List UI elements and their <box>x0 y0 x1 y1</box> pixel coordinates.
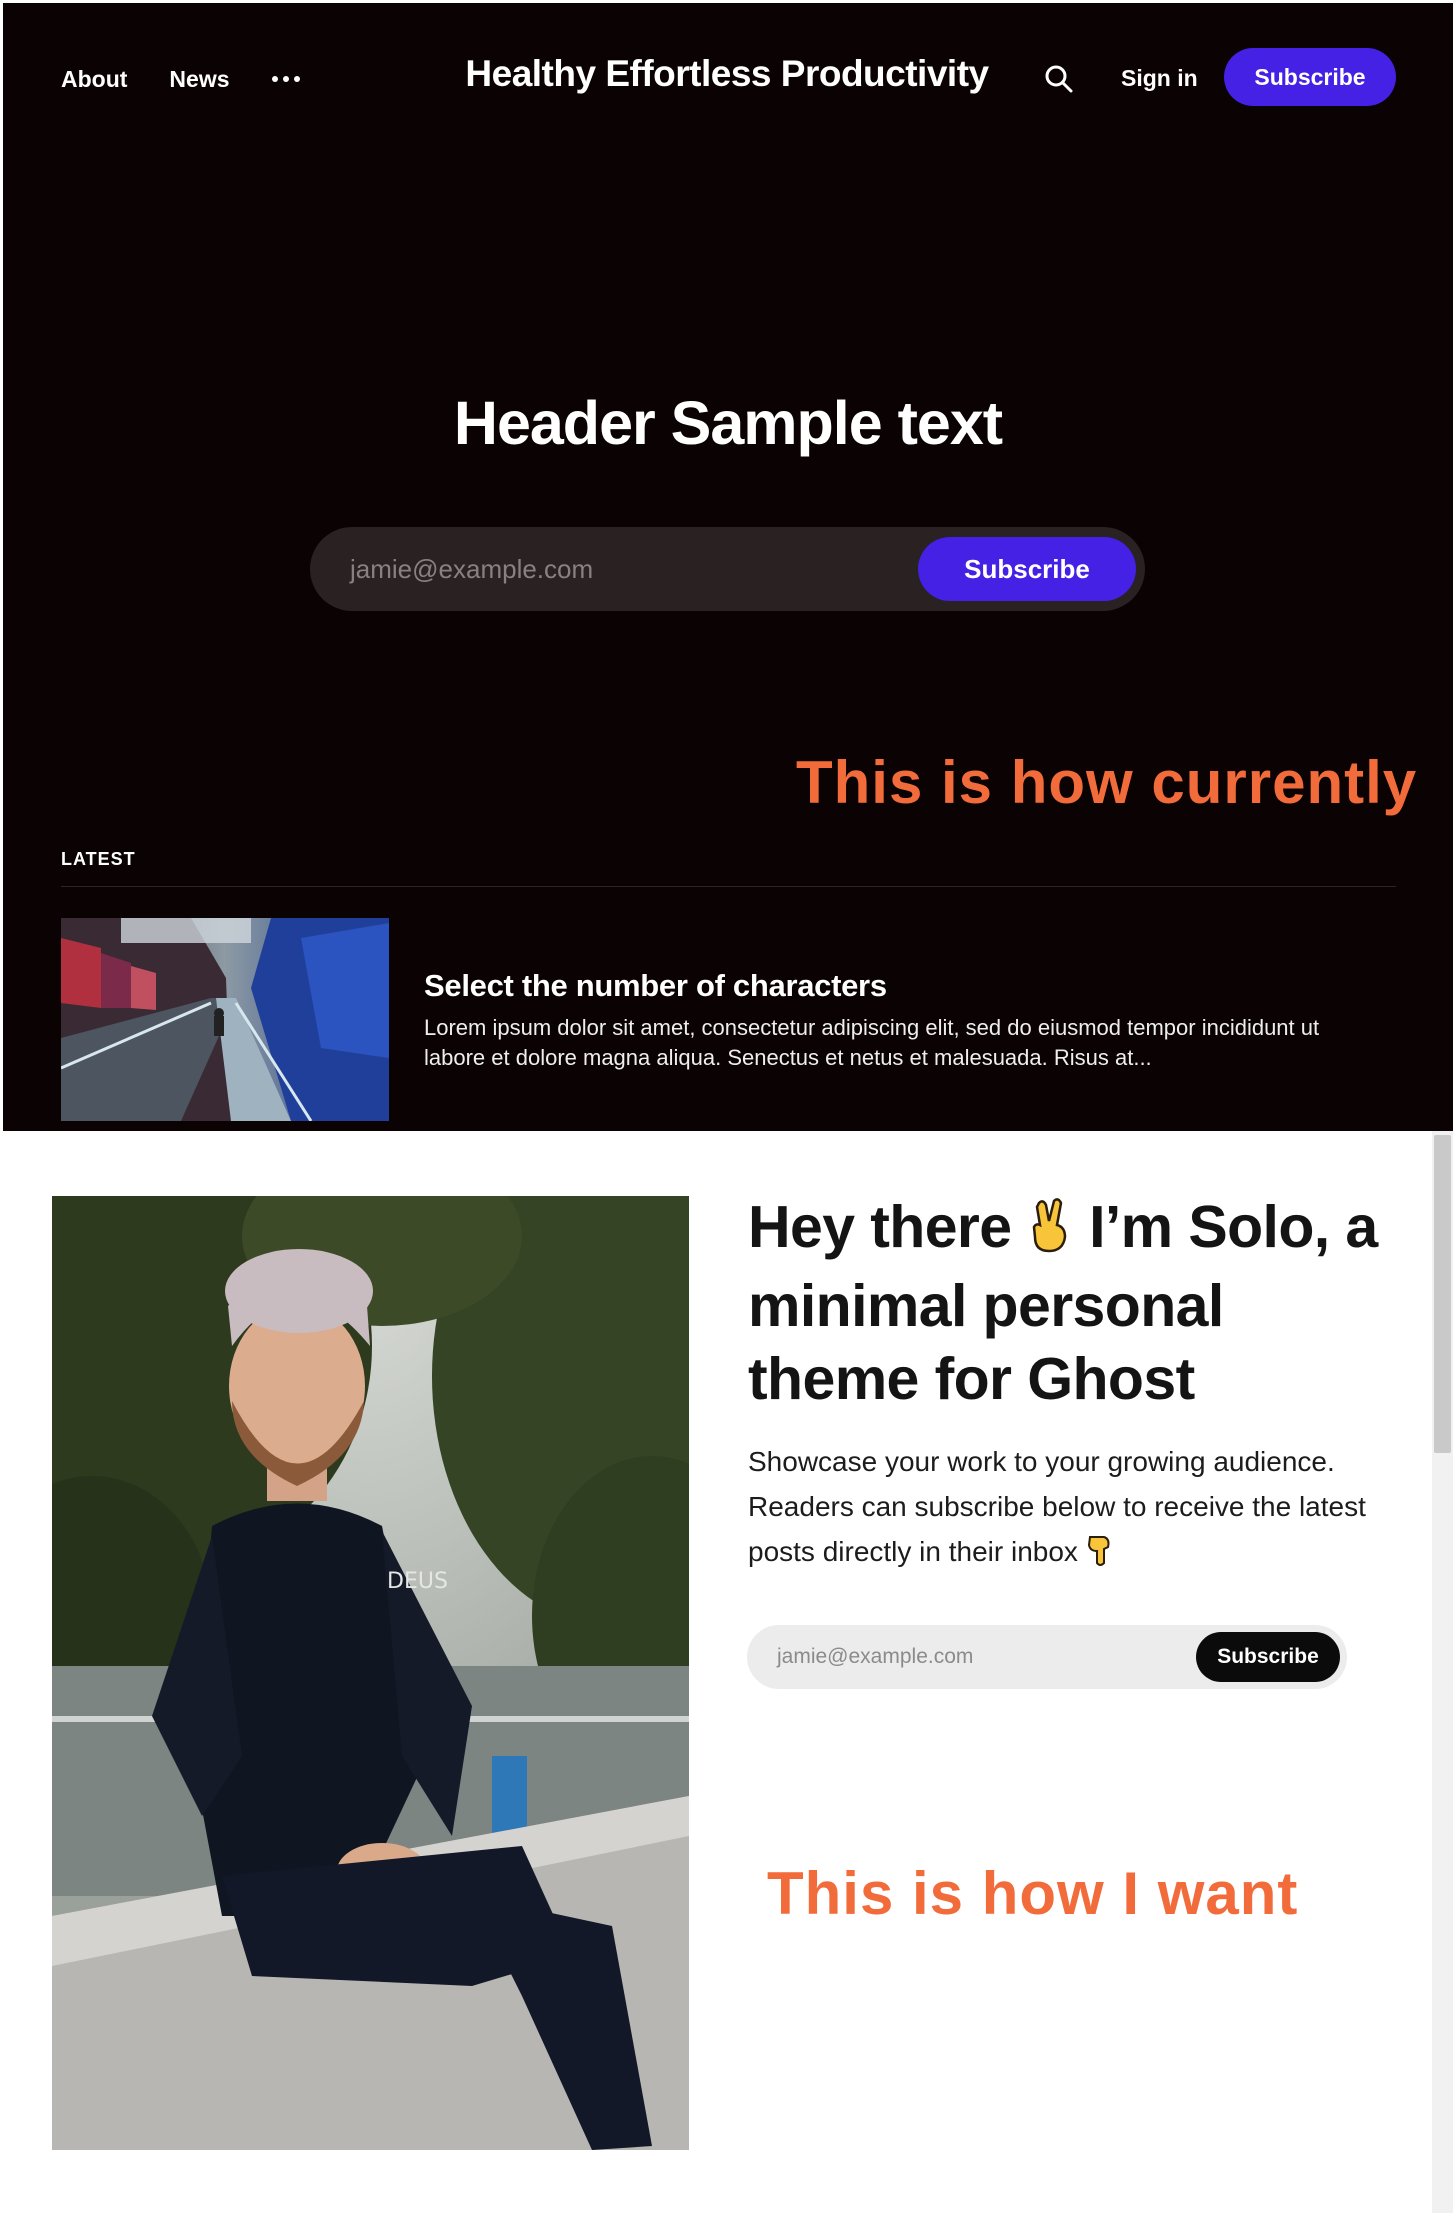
annotation-current: This is how currently <box>796 749 1418 816</box>
victory-hand-emoji <box>1027 1197 1073 1270</box>
scrollbar-thumb[interactable] <box>1434 1135 1451 1453</box>
solo-subscribe-button[interactable]: Subscribe <box>1196 1632 1340 1682</box>
annotation-desired: This is how I want <box>767 1860 1299 1927</box>
post-excerpt: Lorem ipsum dolor sit amet, consectetur … <box>424 1015 1320 1070</box>
author-photo: DEUS <box>52 1196 689 2150</box>
post-thumbnail[interactable] <box>61 918 389 1121</box>
nav-subscribe-button[interactable]: Subscribe <box>1224 48 1396 106</box>
current-theme-screenshot: About News Healthy Effortless Productivi… <box>3 3 1453 1131</box>
hero-heading: Hey there I’m Solo, a minimal personal t… <box>748 1194 1378 1412</box>
search-icon[interactable] <box>1043 63 1075 95</box>
divider <box>61 886 1396 887</box>
latest-section-label: LATEST <box>61 849 136 869</box>
hero-subscribe-button[interactable]: Subscribe <box>918 537 1136 601</box>
pointing-down-emoji <box>1086 1533 1112 1580</box>
hero-subscribe-form: jamie@example.com Subscribe <box>310 527 1145 611</box>
email-input[interactable]: jamie@example.com <box>350 527 593 611</box>
post-title[interactable]: Select the number of characters <box>424 968 887 1004</box>
hero-title: Header Sample text <box>453 389 1003 457</box>
email-input[interactable]: jamie@example.com <box>777 1625 973 1689</box>
desired-theme-screenshot: DEUS Hey there I’m Solo, a minimal perso… <box>0 1131 1453 2213</box>
svg-text:DEUS: DEUS <box>387 1569 448 1594</box>
solo-subscribe-form: jamie@example.com Subscribe <box>747 1625 1347 1689</box>
hero-description: Showcase your work to your growing audie… <box>748 1439 1408 1580</box>
sign-in-link[interactable]: Sign in <box>1121 65 1198 92</box>
